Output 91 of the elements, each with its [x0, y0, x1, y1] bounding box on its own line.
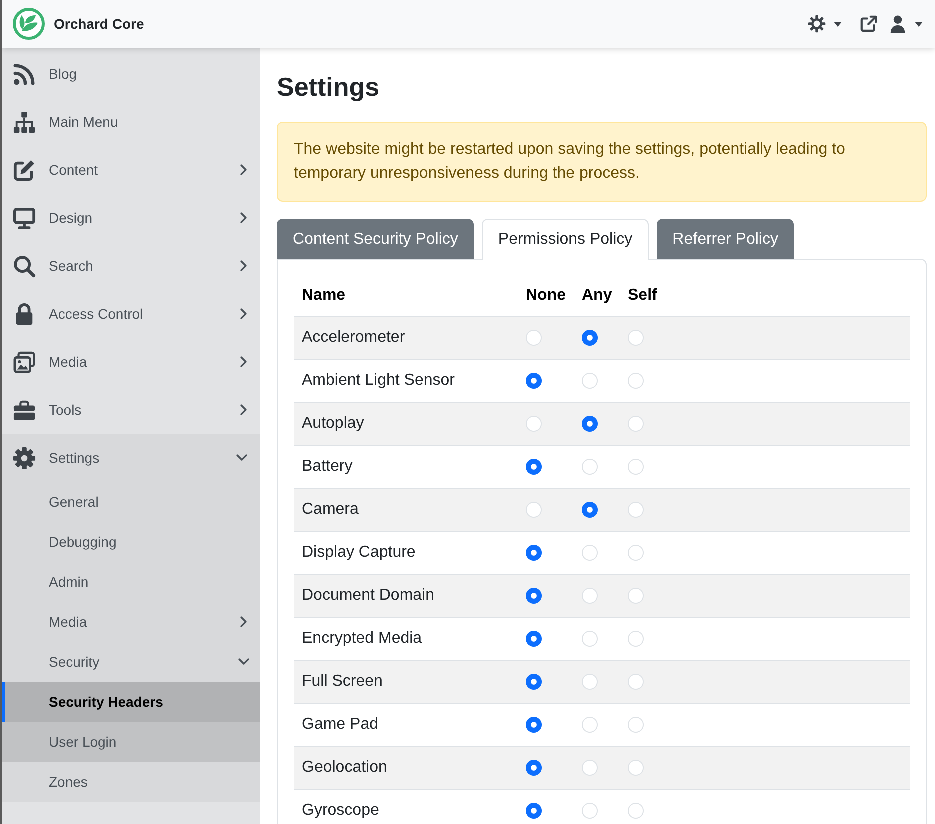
- page-title: Settings: [277, 72, 381, 103]
- user-icon: [889, 15, 907, 33]
- radio-button[interactable]: [526, 545, 542, 561]
- table-cell-text: Encrypted Media: [301, 630, 424, 648]
- table-cell-text: Full Screen: [301, 673, 384, 691]
- radio-button[interactable]: [628, 588, 644, 604]
- toolbox-icon: [13, 398, 36, 422]
- radio-button[interactable]: [526, 803, 542, 819]
- sidebar-item[interactable]: Media: [2, 338, 260, 386]
- sidebar-item[interactable]: Content: [2, 146, 260, 194]
- tab[interactable]: Permissions Policy: [482, 219, 649, 260]
- radio-button[interactable]: [582, 631, 598, 647]
- radio-button[interactable]: [628, 416, 644, 432]
- tab[interactable]: Referrer Policy: [656, 219, 794, 259]
- table-cell-text: Accelerometer: [301, 329, 406, 347]
- table-cell-text: Game Pad: [301, 716, 380, 734]
- sidebar-item[interactable]: General: [2, 482, 260, 522]
- radio-button[interactable]: [526, 760, 542, 776]
- radio-button[interactable]: [628, 545, 644, 561]
- radio-button[interactable]: [582, 502, 598, 518]
- radio-button[interactable]: [628, 459, 644, 475]
- gear-icon: [808, 15, 826, 33]
- radio-button[interactable]: [628, 373, 644, 389]
- images-icon: [13, 350, 36, 374]
- column-header: None: [525, 287, 567, 305]
- sidebar-item[interactable]: Admin: [2, 562, 260, 602]
- sidebar-item[interactable]: Main Menu: [2, 98, 260, 146]
- sidebar-item[interactable]: Settings: [2, 434, 260, 482]
- warning-alert: The website might be restarted upon saving the settings, potentially leading to temporary unresponsiveness during the process.: [277, 122, 927, 202]
- brand-name[interactable]: Orchard Core: [54, 16, 144, 32]
- caret-icon: [834, 22, 842, 26]
- table-cell-text: Gyroscope: [301, 802, 380, 820]
- radio-button[interactable]: [526, 502, 542, 518]
- table-cell-text: Ambient Light Sensor: [301, 372, 456, 390]
- radio-button[interactable]: [582, 674, 598, 690]
- external-link-icon[interactable]: [860, 15, 878, 33]
- radio-button[interactable]: [582, 416, 598, 432]
- radio-button[interactable]: [526, 631, 542, 647]
- radio-button[interactable]: [582, 803, 598, 819]
- search-icon: [13, 254, 36, 278]
- radio-button[interactable]: [628, 502, 644, 518]
- rss-icon: [13, 62, 36, 86]
- column-header: Any: [581, 287, 614, 305]
- sidebar-item[interactable]: Zones: [2, 762, 260, 802]
- pen-square-icon: [13, 158, 36, 182]
- monitor-icon: [13, 206, 36, 230]
- sidebar-item[interactable]: Tools: [2, 386, 260, 434]
- radio-button[interactable]: [526, 674, 542, 690]
- sidebar-item[interactable]: Security: [2, 642, 260, 682]
- table-cell-text: Document Domain: [301, 587, 436, 605]
- radio-button[interactable]: [628, 631, 644, 647]
- radio-button[interactable]: [526, 459, 542, 475]
- radio-button[interactable]: [628, 803, 644, 819]
- radio-button[interactable]: [526, 416, 542, 432]
- radio-button[interactable]: [526, 717, 542, 733]
- user-menu-button[interactable]: [889, 15, 923, 33]
- sidebar-item[interactable]: Security Headers: [2, 682, 260, 722]
- sidebar-item[interactable]: Access Control: [2, 290, 260, 338]
- sidebar-item[interactable]: Design: [2, 194, 260, 242]
- radio-button[interactable]: [628, 760, 644, 776]
- tab[interactable]: Content Security Policy: [277, 219, 474, 259]
- radio-button[interactable]: [526, 330, 542, 346]
- radio-button[interactable]: [582, 330, 598, 346]
- radio-button[interactable]: [582, 545, 598, 561]
- table-cell-text: Camera: [301, 501, 360, 519]
- sitemap-icon: [13, 110, 36, 134]
- sidebar-item[interactable]: Search: [2, 242, 260, 290]
- table-cell-text: Battery: [301, 458, 354, 476]
- settings-dropdown-button[interactable]: [808, 15, 842, 33]
- sidebar-item[interactable]: Debugging: [2, 522, 260, 562]
- caret-icon: [915, 22, 923, 26]
- radio-button[interactable]: [582, 588, 598, 604]
- radio-button[interactable]: [582, 373, 598, 389]
- radio-button[interactable]: [628, 717, 644, 733]
- table-cell-text: Geolocation: [301, 759, 388, 777]
- column-header: Self: [627, 287, 658, 305]
- table-cell-text: Autoplay: [301, 415, 366, 433]
- radio-button[interactable]: [628, 330, 644, 346]
- radio-button[interactable]: [526, 588, 542, 604]
- radio-button[interactable]: [582, 459, 598, 475]
- radio-button[interactable]: [582, 760, 598, 776]
- radio-button[interactable]: [526, 373, 542, 389]
- radio-button[interactable]: [582, 717, 598, 733]
- gear-icon: [13, 446, 36, 470]
- sidebar-item[interactable]: Media: [2, 602, 260, 642]
- radio-button[interactable]: [628, 674, 644, 690]
- sidebar-item[interactable]: Blog: [2, 50, 260, 98]
- sidebar-item[interactable]: User Login: [2, 722, 260, 762]
- leaf-logo-icon[interactable]: [13, 8, 45, 40]
- column-header: Name: [301, 287, 347, 305]
- table-cell-text: Display Capture: [301, 544, 417, 562]
